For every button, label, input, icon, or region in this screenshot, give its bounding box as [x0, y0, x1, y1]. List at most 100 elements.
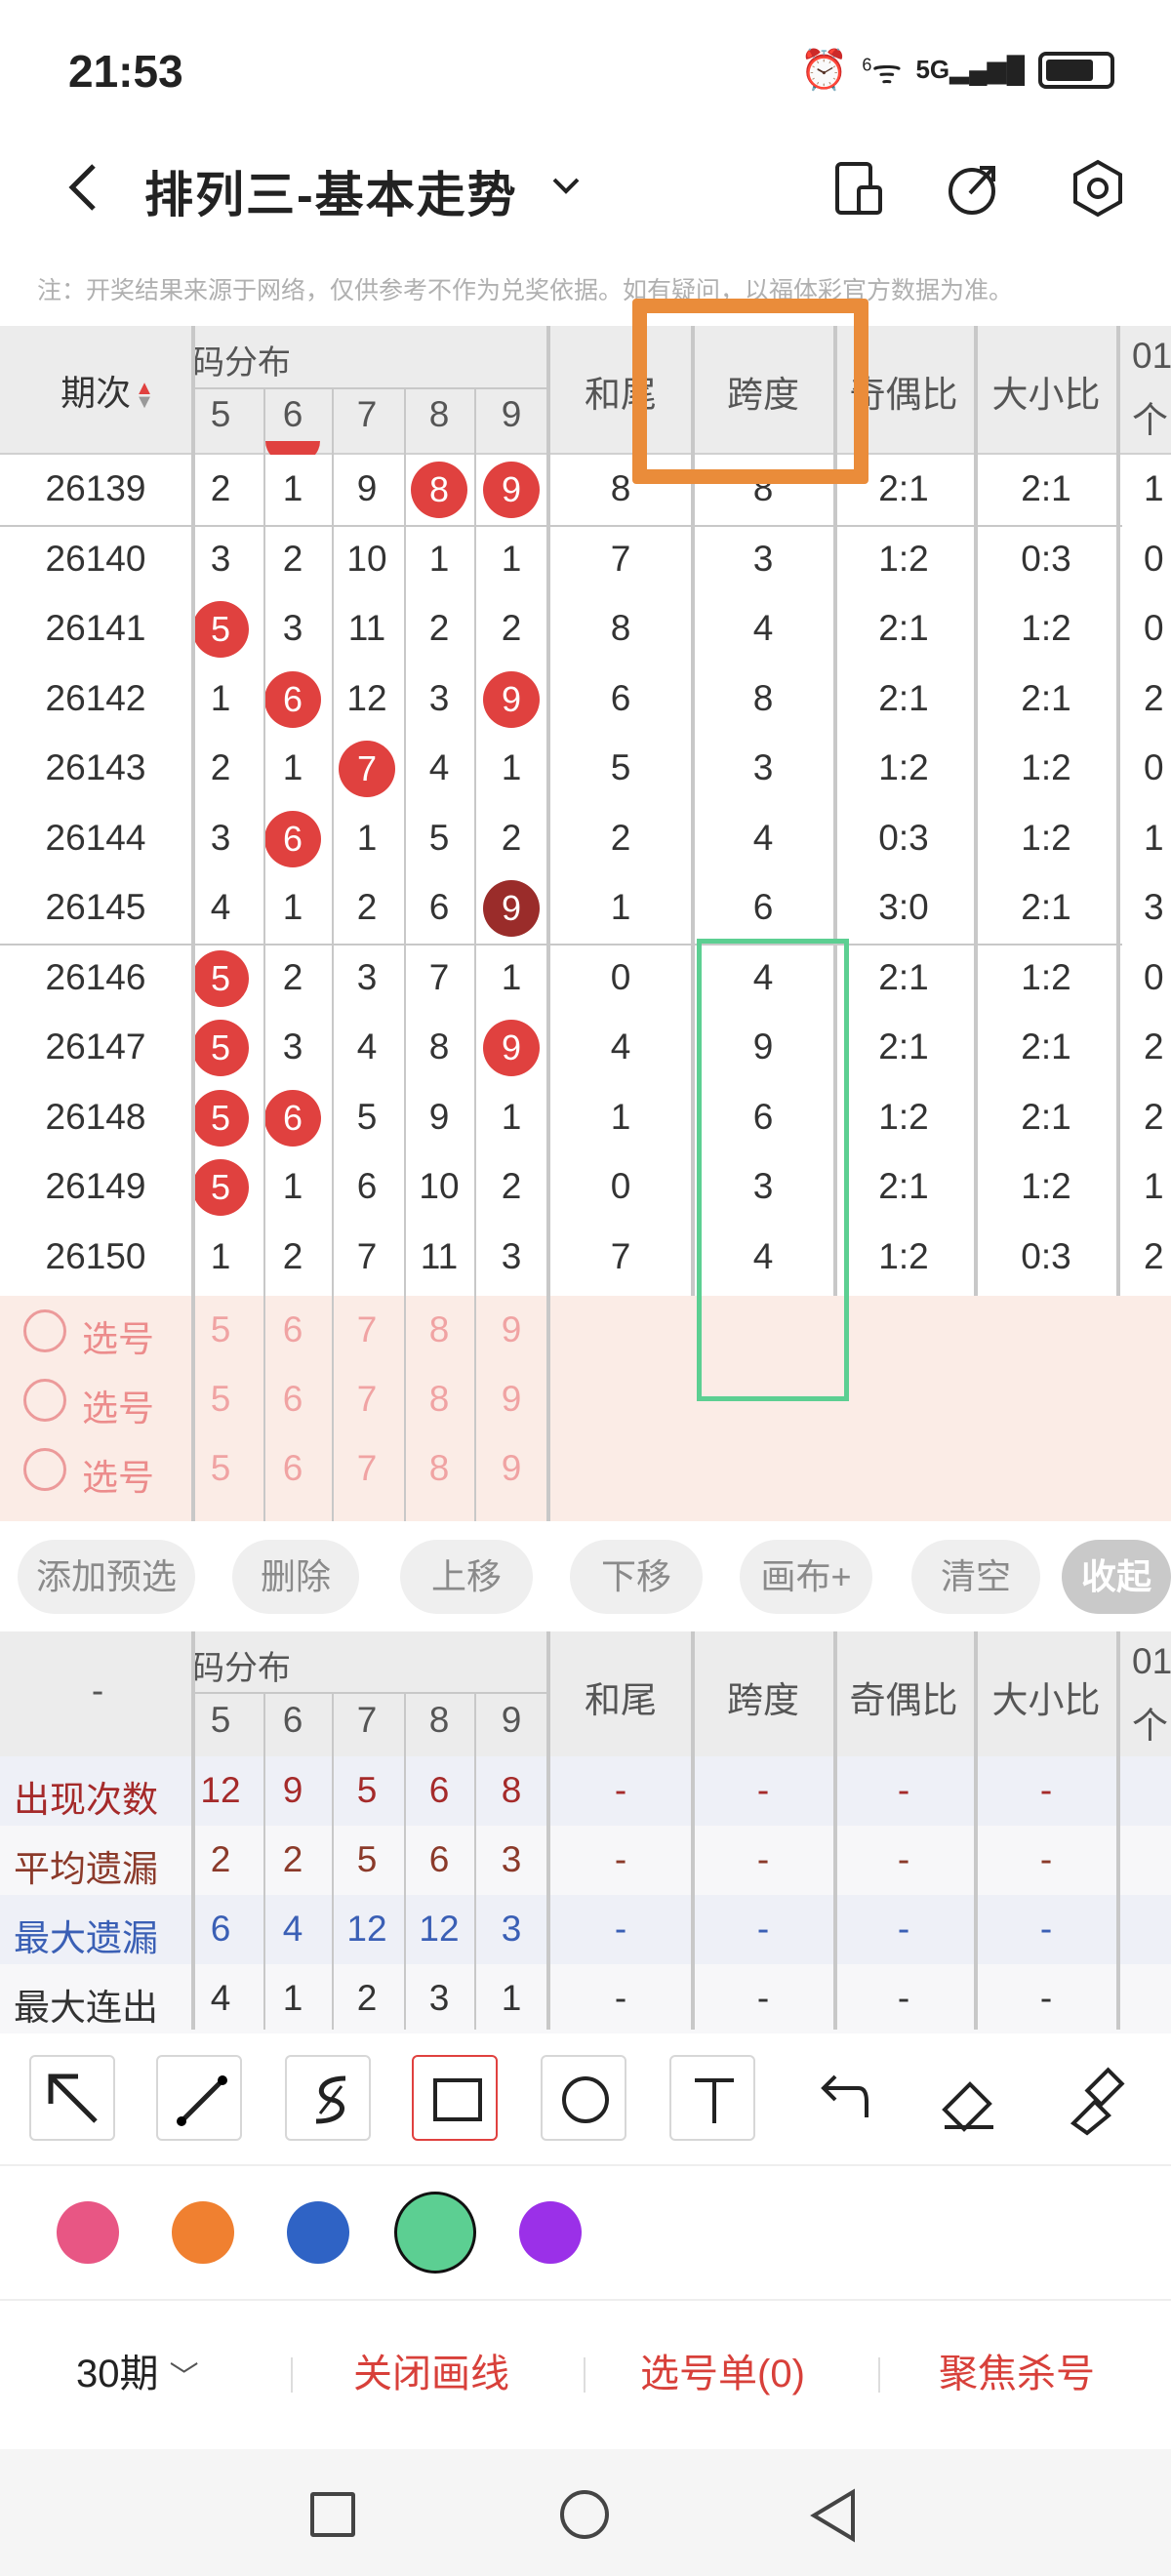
action-button-4[interactable]: 画布+ [740, 1540, 872, 1614]
pick-list-button[interactable]: 选号单(0) [640, 2342, 805, 2398]
stats-dash: - [897, 1839, 910, 1879]
phone-switch-icon[interactable] [829, 160, 888, 223]
eraser-icon[interactable] [925, 2055, 1011, 2141]
pick-digit[interactable]: 6 [258, 1379, 328, 1420]
action-button-2[interactable]: 上移 [400, 1540, 533, 1614]
stats-label: 出现次数 [14, 1780, 158, 1820]
home-icon[interactable] [560, 2490, 609, 2539]
omit-value: 10 [346, 538, 387, 579]
pick-radio[interactable] [23, 1379, 66, 1422]
pick-radio[interactable] [23, 1448, 66, 1491]
circle-tool-icon[interactable] [541, 2055, 626, 2141]
stats-value: 12 [419, 1909, 460, 1949]
value-last: 0 [1144, 747, 1164, 787]
pick-digit[interactable]: 9 [476, 1448, 546, 1489]
omit-value: 3 [501, 1235, 522, 1276]
action-button-5[interactable]: 清空 [911, 1540, 1040, 1614]
color-swatch-0[interactable] [57, 2201, 119, 2264]
line-tool-icon[interactable] [156, 2055, 242, 2141]
hit-ball: 5 [192, 1089, 249, 1147]
pick-digit[interactable]: 5 [185, 1448, 256, 1489]
pick-label[interactable]: 选号 [82, 1379, 170, 1431]
stats-dash: - [1039, 1909, 1053, 1949]
omit-value: 1 [501, 747, 522, 787]
action-button-1[interactable]: 删除 [232, 1540, 359, 1614]
clock: 21:53 [68, 46, 183, 97]
pick-digit[interactable]: 7 [332, 1379, 402, 1420]
settings-icon[interactable] [1068, 158, 1128, 223]
action-button-0[interactable]: 添加预选 [18, 1540, 195, 1614]
period-selector[interactable]: 30期 ﹀ [76, 2342, 199, 2398]
stats-value: 2 [210, 1839, 231, 1879]
pick-digit[interactable]: 9 [476, 1379, 546, 1420]
issue-number: 26145 [45, 887, 146, 927]
recents-icon[interactable] [310, 2492, 355, 2537]
hit-ball: 7 [339, 741, 395, 797]
stats-value: 8 [501, 1770, 522, 1810]
pick-digit[interactable]: 8 [404, 1309, 474, 1350]
trend-table: 期次 ▲ ▼ 码分布 5 6 7 8 9 和尾 跨度 奇偶比 大小比 01 个 26139 2 1 9 8 9 8 8 2:1… [0, 326, 1171, 1521]
focus-kill-button[interactable]: 聚焦杀号 [939, 2342, 1095, 2398]
pick-radio[interactable] [23, 1309, 66, 1352]
header-col-3[interactable]: 大小比 [976, 365, 1116, 418]
color-swatch-1[interactable] [172, 2201, 234, 2264]
omit-value: 5 [356, 1096, 378, 1137]
back-icon[interactable] [55, 158, 113, 217]
stats-dash: - [897, 1770, 910, 1810]
pick-label[interactable]: 选号 [82, 1309, 170, 1362]
color-swatch-2[interactable] [287, 2201, 349, 2264]
close-draw-button[interactable]: 关闭画线 [353, 2342, 509, 2398]
arrow-tool-icon[interactable] [29, 2055, 115, 2141]
value-last: 0 [1144, 608, 1164, 648]
freehand-tool-icon[interactable] [285, 2055, 371, 2141]
omit-value: 11 [420, 1235, 459, 1276]
pick-digit[interactable]: 9 [476, 1309, 546, 1350]
stats-value: 1 [282, 1978, 303, 2018]
omit-value: 3 [210, 817, 231, 858]
value-jo: 2:1 [878, 677, 929, 718]
pick-digit[interactable]: 5 [185, 1379, 256, 1420]
issue-number: 26143 [45, 747, 146, 787]
text-tool-icon[interactable] [669, 2055, 755, 2141]
omit-value: 1 [210, 1235, 231, 1276]
omit-value: 2 [210, 747, 231, 787]
pick-digit[interactable]: 8 [404, 1379, 474, 1420]
value-jo: 1:2 [878, 1235, 929, 1276]
header-issue[interactable]: 期次 ▲ ▼ [39, 365, 176, 416]
back-nav-icon[interactable] [808, 2488, 861, 2548]
status-bar: 21:53 ⏰ 6ᯤ 5G▂▄▆█ [0, 0, 1171, 137]
stats-value: 12 [200, 1770, 241, 1810]
hit-ball: 9 [483, 1020, 540, 1076]
action-button-3[interactable]: 下移 [570, 1540, 703, 1614]
pick-digit[interactable]: 6 [258, 1309, 328, 1350]
chevron-down-icon[interactable] [546, 166, 586, 210]
clear-brush-icon[interactable] [1052, 2055, 1138, 2141]
pick-digit[interactable]: 6 [258, 1448, 328, 1489]
stats-value: 6 [428, 1839, 450, 1879]
stats-value: 12 [346, 1909, 387, 1949]
action-button-6[interactable]: 收起 [1062, 1540, 1171, 1614]
page-title[interactable]: 排列三-基本走势 [144, 156, 518, 226]
pick-digit[interactable]: 7 [332, 1309, 402, 1350]
sort-icon[interactable]: ▲ ▼ [135, 379, 154, 412]
issue-number: 26140 [45, 538, 146, 579]
stats-col: 大小比 [991, 1680, 1101, 1720]
color-swatch-4[interactable] [519, 2201, 582, 2264]
value-hw: 7 [610, 1235, 631, 1276]
pick-digit[interactable]: 8 [404, 1448, 474, 1489]
pick-digit[interactable]: 5 [185, 1309, 256, 1350]
rect-tool-icon[interactable] [412, 2055, 498, 2141]
stats-label: 最大连出 [14, 1988, 158, 2028]
omit-value: 8 [428, 1026, 450, 1067]
undo-icon[interactable] [796, 2055, 882, 2141]
color-swatch-3[interactable] [394, 2192, 476, 2274]
value-hw: 6 [610, 677, 631, 718]
signal-icon: 5G▂▄▆█ [915, 55, 1025, 84]
pick-label[interactable]: 选号 [82, 1448, 170, 1501]
share-icon[interactable] [945, 160, 1003, 223]
stats-value: 1 [501, 1978, 522, 2018]
hit-ball: 6 [264, 810, 321, 867]
omit-value: 2 [282, 956, 303, 997]
pick-digit[interactable]: 7 [332, 1448, 402, 1489]
value-last: 0 [1144, 956, 1164, 997]
